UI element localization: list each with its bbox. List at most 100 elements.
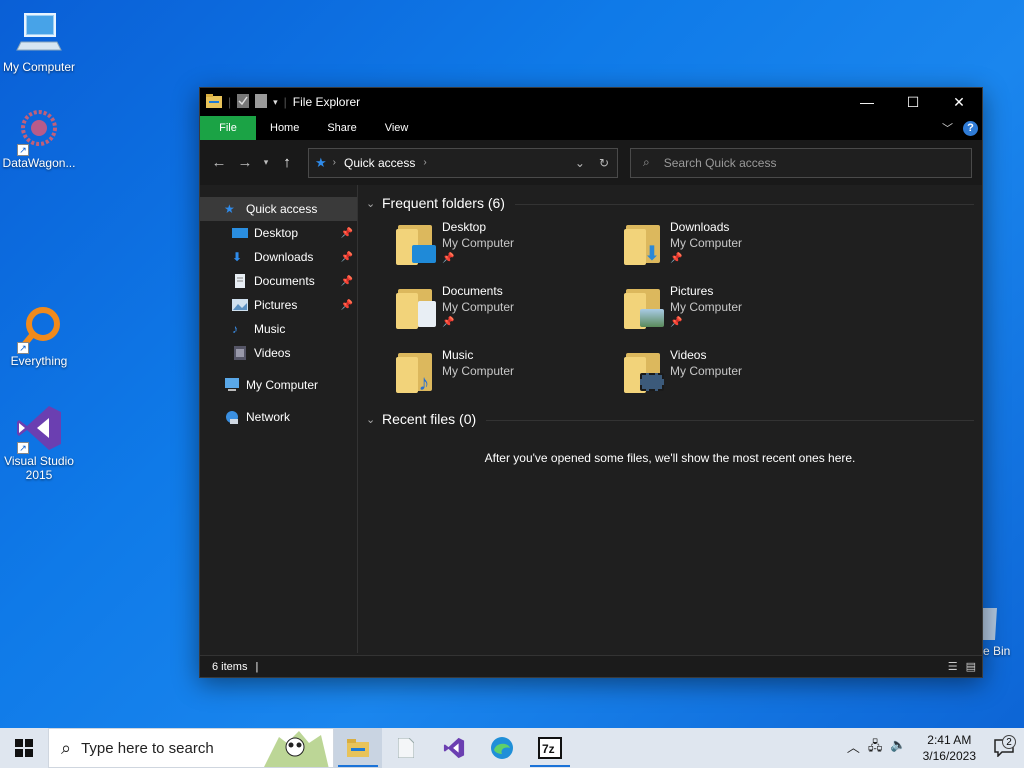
search-placeholder: Search Quick access — [663, 155, 777, 170]
desktop-icon — [232, 226, 248, 240]
breadcrumb-separator[interactable]: › — [423, 157, 426, 168]
folder-tile-pictures[interactable]: Pictures My Computer 📌 — [624, 281, 852, 345]
content-pane: ⌄ Frequent folders (6) Desktop My Compute… — [358, 185, 982, 653]
folder-location: My Computer — [670, 364, 743, 378]
shortcut-arrow-icon: ↗ — [17, 342, 29, 354]
file-explorer-window: | ▾ | File Explorer — ☐ ✕ File Home Shar… — [199, 87, 983, 678]
quick-access-star-icon: ★ — [315, 154, 327, 170]
action-center-button[interactable]: 2 — [984, 735, 1024, 757]
sidebar-item-pictures[interactable]: Pictures 📌 — [200, 293, 357, 317]
shortcut-arrow-icon: ↗ — [17, 442, 29, 454]
taskbar-edge[interactable] — [478, 728, 526, 768]
details-view-icon[interactable]: ☰ — [948, 660, 958, 673]
maximize-button[interactable]: ☐ — [890, 88, 936, 116]
tab-view[interactable]: View — [371, 116, 423, 140]
desktop-icon-everything[interactable]: ↗ Everything — [0, 304, 78, 368]
taskbar-visual-studio[interactable] — [430, 728, 478, 768]
breadcrumb-quick-access[interactable]: Quick access — [344, 156, 415, 170]
selection-divider: | — [255, 660, 259, 673]
sidebar-item-quick-access[interactable]: ★ Quick access — [200, 197, 357, 221]
title-bar[interactable]: | ▾ | File Explorer — ☐ ✕ — [200, 88, 982, 116]
recent-files-header[interactable]: ⌄ Recent files (0) — [366, 405, 974, 433]
folder-icon: ⬇ — [624, 221, 664, 265]
tab-home[interactable]: Home — [256, 116, 313, 140]
divider — [486, 419, 974, 421]
pin-icon[interactable]: 📌 — [341, 252, 353, 263]
desktop-icon-my-computer[interactable]: My Computer — [0, 10, 78, 74]
taskbar-7zip[interactable]: 7z — [526, 728, 574, 768]
folder-location: My Computer — [442, 300, 515, 314]
folder-tile-downloads[interactable]: ⬇ Downloads My Computer 📌 — [624, 217, 852, 281]
forward-arrow-icon[interactable]: → — [232, 154, 258, 171]
notification-count: 2 — [1002, 735, 1016, 749]
volume-icon[interactable]: 🔈 — [890, 737, 906, 759]
sidebar-item-label: Documents — [254, 274, 315, 288]
recycle-bin-icon[interactable]: e Bin — [983, 604, 1010, 658]
tab-share[interactable]: Share — [313, 116, 370, 140]
refresh-icon[interactable]: ↻ — [599, 156, 609, 170]
address-bar[interactable]: ★ › Quick access › ⌄ ↻ — [308, 147, 618, 178]
folder-tile-documents[interactable]: Documents My Computer 📌 — [396, 281, 624, 345]
pin-icon[interactable]: 📌 — [341, 228, 353, 239]
up-arrow-icon[interactable]: ↑ — [274, 154, 300, 171]
folder-icon — [624, 349, 664, 393]
pin-icon[interactable]: 📌 — [341, 300, 353, 311]
desktop-icon-visual-studio[interactable]: ↗ Visual Studio 2015 — [0, 404, 78, 482]
taskbar-search-box[interactable]: ⌕ Type here to search — [48, 728, 334, 768]
back-arrow-icon[interactable]: ← — [206, 154, 232, 171]
large-icons-view-icon[interactable]: ▤ — [966, 660, 976, 673]
minimize-button[interactable]: — — [844, 88, 890, 116]
taskbar-notepad[interactable] — [382, 728, 430, 768]
show-hidden-icons-icon[interactable]: ︿ — [847, 737, 860, 759]
recent-empty-message: After you've opened some files, we'll sh… — [484, 451, 856, 465]
video-icon — [232, 346, 248, 360]
folder-tile-desktop[interactable]: Desktop My Computer 📌 — [396, 217, 624, 281]
customize-quick-access-icon[interactable]: ▾ — [273, 97, 278, 108]
frequent-folders-grid: Desktop My Computer 📌 ⬇ Downloads My Comput… — [366, 217, 974, 409]
network-status-icon[interactable]: 🖧 — [868, 737, 883, 759]
item-count: 6 items — [212, 660, 248, 673]
collapse-chevron-icon[interactable]: ⌄ — [366, 413, 376, 426]
sidebar-item-network[interactable]: Network — [200, 405, 357, 429]
window-title: File Explorer — [292, 95, 361, 109]
section-title: Recent files (0) — [382, 411, 477, 427]
folder-location: My Computer — [670, 300, 743, 314]
tab-file[interactable]: File — [200, 116, 256, 140]
folder-location: My Computer — [442, 236, 515, 250]
search-box[interactable]: ⌕ Search Quick access — [630, 147, 972, 178]
pin-icon: 📌 — [670, 317, 683, 328]
taskbar-file-explorer[interactable] — [334, 728, 382, 768]
folder-tile-music[interactable]: ♪ Music My Computer — [396, 345, 624, 409]
help-icon[interactable]: ? — [963, 120, 978, 136]
sidebar-item-label: Pictures — [254, 298, 298, 312]
divider — [514, 203, 974, 205]
clock-date: 3/16/2023 — [922, 749, 976, 763]
clock[interactable]: 2:41 AM 3/16/2023 — [915, 732, 984, 764]
sidebar-item-music[interactable]: ♪ Music — [200, 317, 357, 341]
frequent-folders-header[interactable]: ⌄ Frequent folders (6) — [366, 189, 974, 217]
pin-icon[interactable]: 📌 — [341, 276, 353, 287]
sidebar-item-videos[interactable]: Videos — [200, 341, 357, 365]
collapse-chevron-icon[interactable]: ⌄ — [366, 197, 376, 210]
music-icon: ♪ — [232, 322, 238, 336]
desktop-icon-datawagon[interactable]: ↗ DataWagon... — [0, 106, 78, 170]
sidebar-item-desktop[interactable]: Desktop 📌 — [200, 221, 357, 245]
address-dropdown-icon[interactable]: ⌄ — [575, 156, 585, 170]
new-folder-icon[interactable] — [255, 93, 268, 111]
sidebar-item-my-computer[interactable]: My Computer — [200, 373, 357, 397]
recent-locations-chevron-icon[interactable]: ▾ — [258, 157, 274, 168]
start-button[interactable] — [0, 728, 48, 768]
properties-icon[interactable] — [237, 93, 250, 111]
close-button[interactable]: ✕ — [936, 88, 982, 116]
folder-icon — [624, 285, 664, 329]
7zip-icon: 7z — [538, 737, 562, 759]
folder-name: Desktop — [442, 220, 487, 234]
folder-tile-videos[interactable]: Videos My Computer — [624, 345, 852, 409]
document-icon — [398, 738, 414, 758]
sidebar-item-documents[interactable]: Documents 📌 — [200, 269, 357, 293]
expand-ribbon-icon[interactable]: ﹀ — [942, 120, 953, 136]
sidebar-item-downloads[interactable]: ⬇ Downloads 📌 — [200, 245, 357, 269]
breadcrumb-separator[interactable]: › — [333, 157, 336, 168]
taskbar-search-placeholder: Type here to search — [81, 739, 214, 757]
visual-studio-icon — [443, 737, 465, 759]
